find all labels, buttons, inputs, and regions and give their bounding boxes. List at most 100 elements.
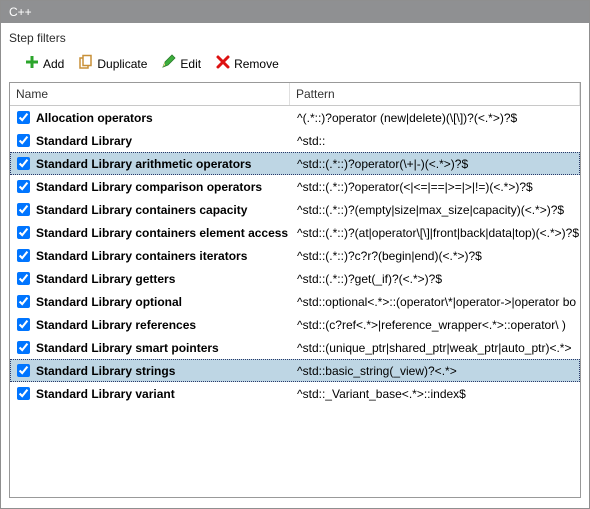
add-button[interactable]: Add	[19, 51, 69, 76]
row-checkbox[interactable]	[17, 387, 30, 400]
row-name-label: Standard Library containers capacity	[36, 203, 247, 217]
cell-name: Standard Library containers element acce…	[11, 226, 291, 240]
table-row[interactable]: Standard Library optional ^std::optional<…	[10, 290, 580, 313]
row-checkbox[interactable]	[17, 111, 30, 124]
table-row[interactable]: Standard Library strings ^std::basic_stri…	[10, 359, 580, 382]
remove-label: Remove	[234, 57, 279, 71]
cell-pattern: ^std::	[291, 134, 579, 148]
table-row[interactable]: Standard Library references ^std::(c?ref<…	[10, 313, 580, 336]
row-pattern-text: ^std::(.*::)?(empty|size|max_size|capaci…	[297, 203, 564, 217]
duplicate-icon	[78, 54, 94, 73]
cell-name: Standard Library references	[11, 318, 291, 332]
table-row[interactable]: Standard Library comparison operators ^st…	[10, 175, 580, 198]
row-name-label: Allocation operators	[36, 111, 153, 125]
cell-name: Standard Library comparison operators	[11, 180, 291, 194]
plus-icon	[24, 54, 40, 73]
column-header-name[interactable]: Name	[10, 83, 290, 105]
row-pattern-text: ^std::_Variant_base<.*>::index$	[297, 387, 466, 401]
add-label: Add	[43, 57, 64, 71]
row-checkbox[interactable]	[17, 226, 30, 239]
row-name-label: Standard Library containers element acce…	[36, 226, 288, 240]
table-row[interactable]: Standard Library containers element acce…	[10, 221, 580, 244]
table-header: Name Pattern	[10, 83, 580, 106]
row-checkbox[interactable]	[17, 134, 30, 147]
cell-name: Standard Library strings	[11, 364, 291, 378]
cell-pattern: ^std::(.*::)?get(_if)?(<.*>)?$	[291, 272, 579, 286]
remove-button[interactable]: Remove	[210, 51, 284, 76]
cell-name: Standard Library	[11, 134, 291, 148]
cell-name: Standard Library optional	[11, 295, 291, 309]
row-pattern-text: ^std::(unique_ptr|shared_ptr|weak_ptr|au…	[297, 341, 571, 355]
row-name-label: Standard Library strings	[36, 364, 175, 378]
remove-icon	[215, 54, 231, 73]
window: C++ Step filters Add Duplicate Edit	[0, 0, 590, 509]
row-name-label: Standard Library optional	[36, 295, 182, 309]
cell-name: Allocation operators	[11, 111, 291, 125]
row-checkbox[interactable]	[17, 203, 30, 216]
cell-pattern: ^std::(.*::)?operator(\+|-)(<.*>)?$	[291, 157, 579, 171]
row-name-label: Standard Library references	[36, 318, 196, 332]
table-row[interactable]: Standard Library containers capacity ^std…	[10, 198, 580, 221]
cell-name: Standard Library getters	[11, 272, 291, 286]
cell-pattern: ^std::(.*::)?c?r?(begin|end)(<.*>)?$	[291, 249, 579, 263]
cell-pattern: ^std::optional<.*>::(operator\*|operator…	[291, 295, 579, 309]
row-checkbox[interactable]	[17, 157, 30, 170]
table-row[interactable]: Standard Library arithmetic operators ^st…	[10, 152, 580, 175]
cell-pattern: ^std::(c?ref<.*>|reference_wrapper<.*>::…	[291, 318, 579, 332]
body: Step filters Add Duplicate Edit	[1, 23, 589, 508]
table-row[interactable]: Standard Library variant ^std::_Variant_b…	[10, 382, 580, 405]
window-title: C++	[9, 5, 32, 19]
row-pattern-text: ^std::basic_string(_view)?<.*>	[297, 364, 457, 378]
row-pattern-text: ^std::(c?ref<.*>|reference_wrapper<.*>::…	[297, 318, 566, 332]
section-title: Step filters	[9, 31, 581, 45]
row-name-label: Standard Library variant	[36, 387, 175, 401]
cell-name: Standard Library smart pointers	[11, 341, 291, 355]
cell-pattern: ^std::(.*::)?operator(<|<=|==|>=|>|!=)(<…	[291, 180, 579, 194]
duplicate-button[interactable]: Duplicate	[73, 51, 152, 76]
row-name-label: Standard Library getters	[36, 272, 175, 286]
cell-name: Standard Library containers iterators	[11, 249, 291, 263]
cell-name: Standard Library variant	[11, 387, 291, 401]
row-checkbox[interactable]	[17, 249, 30, 262]
cell-pattern: ^std::_Variant_base<.*>::index$	[291, 387, 579, 401]
row-pattern-text: ^std::(.*::)?operator(\+|-)(<.*>)?$	[297, 157, 468, 171]
row-pattern-text: ^std::(.*::)?(at|operator\[\]|front|back…	[297, 226, 579, 240]
cell-pattern: ^(.*::)?operator (new|delete)(\[\])?(<.*…	[291, 111, 579, 125]
table-row[interactable]: Standard Library smart pointers ^std::(un…	[10, 336, 580, 359]
cell-pattern: ^std::(.*::)?(at|operator\[\]|front|back…	[291, 226, 579, 240]
row-name-label: Standard Library arithmetic operators	[36, 157, 251, 171]
row-checkbox[interactable]	[17, 180, 30, 193]
pencil-icon	[161, 54, 177, 73]
table-row[interactable]: Standard Library ^std::	[10, 129, 580, 152]
row-checkbox[interactable]	[17, 272, 30, 285]
cell-name: Standard Library arithmetic operators	[11, 157, 291, 171]
row-name-label: Standard Library comparison operators	[36, 180, 262, 194]
table-row[interactable]: Standard Library containers iterators ^st…	[10, 244, 580, 267]
filters-table: Name Pattern Allocation operators ^(.*::)…	[9, 82, 581, 498]
edit-label: Edit	[180, 57, 201, 71]
row-checkbox[interactable]	[17, 341, 30, 354]
row-pattern-text: ^std::(.*::)?get(_if)?(<.*>)?$	[297, 272, 442, 286]
cell-name: Standard Library containers capacity	[11, 203, 291, 217]
row-name-label: Standard Library containers iterators	[36, 249, 247, 263]
toolbar: Add Duplicate Edit Remove	[9, 49, 581, 82]
table-body: Allocation operators ^(.*::)?operator (ne…	[10, 106, 580, 405]
row-name-label: Standard Library	[36, 134, 132, 148]
titlebar: C++	[1, 1, 589, 23]
row-pattern-text: ^(.*::)?operator (new|delete)(\[\])?(<.*…	[297, 111, 517, 125]
row-name-label: Standard Library smart pointers	[36, 341, 219, 355]
row-pattern-text: ^std::(.*::)?operator(<|<=|==|>=|>|!=)(<…	[297, 180, 533, 194]
cell-pattern: ^std::(unique_ptr|shared_ptr|weak_ptr|au…	[291, 341, 579, 355]
row-pattern-text: ^std::(.*::)?c?r?(begin|end)(<.*>)?$	[297, 249, 482, 263]
table-row[interactable]: Allocation operators ^(.*::)?operator (ne…	[10, 106, 580, 129]
table-row[interactable]: Standard Library getters ^std::(.*::)?get…	[10, 267, 580, 290]
row-checkbox[interactable]	[17, 364, 30, 377]
column-header-pattern[interactable]: Pattern	[290, 83, 580, 105]
row-pattern-text: ^std::optional<.*>::(operator\*|operator…	[297, 295, 576, 309]
row-checkbox[interactable]	[17, 295, 30, 308]
row-pattern-text: ^std::	[297, 134, 325, 148]
row-checkbox[interactable]	[17, 318, 30, 331]
cell-pattern: ^std::basic_string(_view)?<.*>	[291, 364, 579, 378]
edit-button[interactable]: Edit	[156, 51, 206, 76]
duplicate-label: Duplicate	[97, 57, 147, 71]
